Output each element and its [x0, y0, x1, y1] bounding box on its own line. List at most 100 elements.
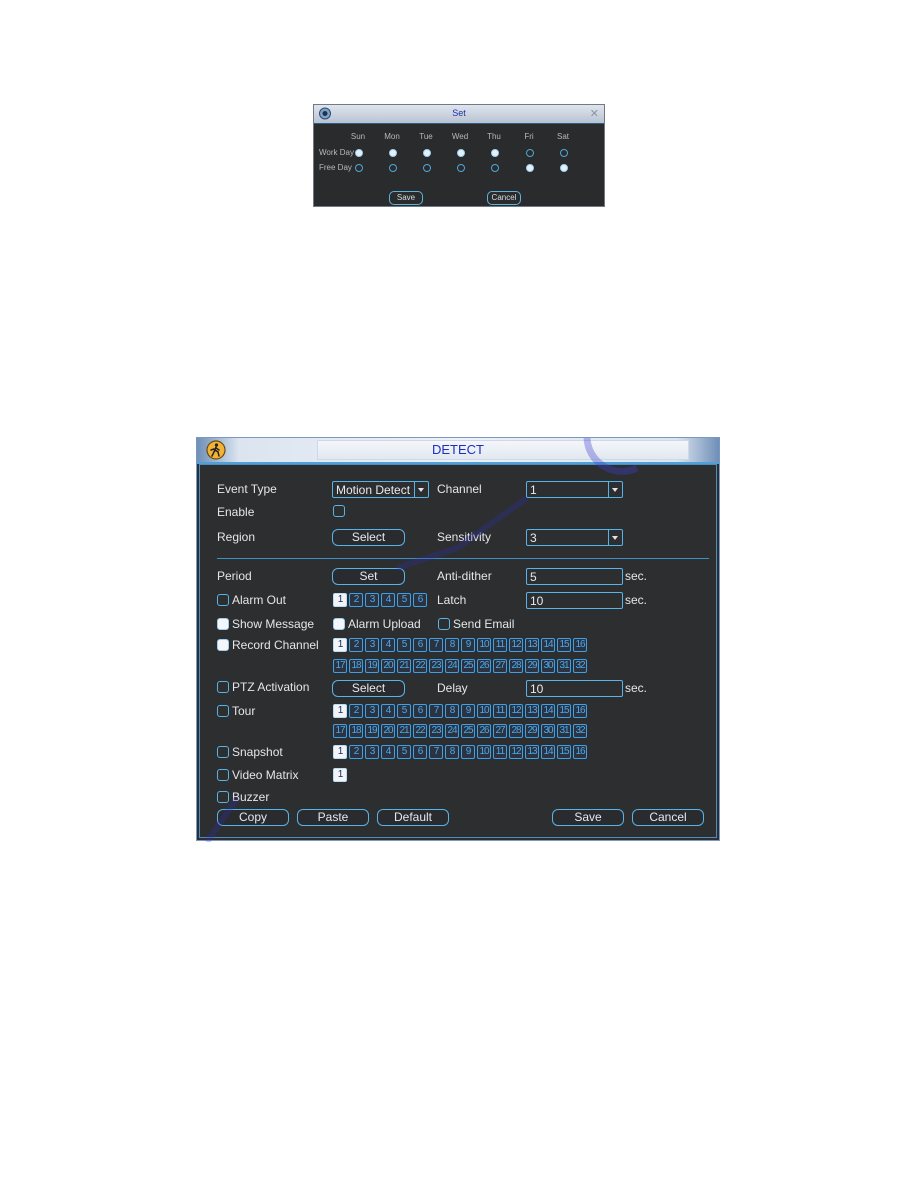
record-channel-29[interactable]: 29: [525, 659, 539, 673]
record-channel-2[interactable]: 2: [349, 638, 363, 652]
record-channel-28[interactable]: 28: [509, 659, 523, 673]
snapshot-channel-14[interactable]: 14: [541, 745, 555, 759]
sensitivity-select[interactable]: 3: [526, 529, 623, 546]
default-button[interactable]: Default: [377, 809, 449, 826]
record-channel-7[interactable]: 7: [429, 638, 443, 652]
record-channel-14[interactable]: 14: [541, 638, 555, 652]
radio-work-day-thu[interactable]: [491, 149, 499, 157]
record-channel-25[interactable]: 25: [461, 659, 475, 673]
ptz-select-button[interactable]: Select: [332, 680, 405, 697]
record-channel-30[interactable]: 30: [541, 659, 555, 673]
snapshot-channel-16[interactable]: 16: [573, 745, 587, 759]
radio-work-day-fri[interactable]: [526, 149, 534, 157]
alarm-out-channel-5[interactable]: 5: [397, 593, 411, 607]
set-save-button[interactable]: Save: [389, 191, 423, 205]
tour-channel-6[interactable]: 6: [413, 704, 427, 718]
record-channel-1[interactable]: 1: [333, 638, 347, 652]
tour-channel-4[interactable]: 4: [381, 704, 395, 718]
record-channel-13[interactable]: 13: [525, 638, 539, 652]
snapshot-channel-15[interactable]: 15: [557, 745, 571, 759]
radio-free-day-wed[interactable]: [457, 164, 465, 172]
tour-channel-21[interactable]: 21: [397, 724, 411, 738]
snapshot-channel-8[interactable]: 8: [445, 745, 459, 759]
paste-button[interactable]: Paste: [297, 809, 369, 826]
tour-channel-27[interactable]: 27: [493, 724, 507, 738]
anti-dither-input[interactable]: 5: [526, 568, 623, 585]
record-channel-20[interactable]: 20: [381, 659, 395, 673]
video-matrix-channel-1[interactable]: 1: [333, 768, 347, 782]
save-button[interactable]: Save: [552, 809, 624, 826]
snapshot-channel-13[interactable]: 13: [525, 745, 539, 759]
tour-channel-32[interactable]: 32: [573, 724, 587, 738]
radio-free-day-sat[interactable]: [560, 164, 568, 172]
alarm-out-channel-4[interactable]: 4: [381, 593, 395, 607]
record-channel-22[interactable]: 22: [413, 659, 427, 673]
snapshot-channel-1[interactable]: 1: [333, 745, 347, 759]
alarm-upload-checkbox[interactable]: [333, 618, 345, 630]
send-email-checkbox[interactable]: [438, 618, 450, 630]
snapshot-channel-3[interactable]: 3: [365, 745, 379, 759]
channel-select[interactable]: 1: [526, 481, 623, 498]
tour-channel-28[interactable]: 28: [509, 724, 523, 738]
tour-channel-13[interactable]: 13: [525, 704, 539, 718]
radio-free-day-thu[interactable]: [491, 164, 499, 172]
alarm-out-channel-2[interactable]: 2: [349, 593, 363, 607]
record-channel-checkbox[interactable]: [217, 639, 229, 651]
tour-channel-14[interactable]: 14: [541, 704, 555, 718]
tour-channel-16[interactable]: 16: [573, 704, 587, 718]
tour-channel-20[interactable]: 20: [381, 724, 395, 738]
tour-channel-23[interactable]: 23: [429, 724, 443, 738]
record-channel-3[interactable]: 3: [365, 638, 379, 652]
alarm-out-channel-3[interactable]: 3: [365, 593, 379, 607]
tour-channel-30[interactable]: 30: [541, 724, 555, 738]
tour-channel-8[interactable]: 8: [445, 704, 459, 718]
snapshot-channel-10[interactable]: 10: [477, 745, 491, 759]
snapshot-channel-6[interactable]: 6: [413, 745, 427, 759]
record-channel-24[interactable]: 24: [445, 659, 459, 673]
record-channel-12[interactable]: 12: [509, 638, 523, 652]
radio-work-day-tue[interactable]: [423, 149, 431, 157]
record-channel-17[interactable]: 17: [333, 659, 347, 673]
radio-free-day-mon[interactable]: [389, 164, 397, 172]
tour-channel-22[interactable]: 22: [413, 724, 427, 738]
snapshot-channel-2[interactable]: 2: [349, 745, 363, 759]
radio-work-day-wed[interactable]: [457, 149, 465, 157]
radio-work-day-sat[interactable]: [560, 149, 568, 157]
record-channel-15[interactable]: 15: [557, 638, 571, 652]
event-type-select[interactable]: Motion Detect: [332, 481, 429, 498]
ptz-activation-checkbox[interactable]: [217, 681, 229, 693]
alarm-out-channel-6[interactable]: 6: [413, 593, 427, 607]
record-channel-4[interactable]: 4: [381, 638, 395, 652]
record-channel-26[interactable]: 26: [477, 659, 491, 673]
tour-channel-15[interactable]: 15: [557, 704, 571, 718]
record-channel-8[interactable]: 8: [445, 638, 459, 652]
record-channel-9[interactable]: 9: [461, 638, 475, 652]
radio-work-day-mon[interactable]: [389, 149, 397, 157]
period-set-button[interactable]: Set: [332, 568, 405, 585]
alarm-out-channel-1[interactable]: 1: [333, 593, 347, 607]
tour-channel-5[interactable]: 5: [397, 704, 411, 718]
record-channel-23[interactable]: 23: [429, 659, 443, 673]
record-channel-27[interactable]: 27: [493, 659, 507, 673]
tour-channel-29[interactable]: 29: [525, 724, 539, 738]
tour-channel-25[interactable]: 25: [461, 724, 475, 738]
snapshot-channel-12[interactable]: 12: [509, 745, 523, 759]
tour-channel-7[interactable]: 7: [429, 704, 443, 718]
tour-channel-31[interactable]: 31: [557, 724, 571, 738]
region-select-button[interactable]: Select: [332, 529, 405, 546]
tour-channel-11[interactable]: 11: [493, 704, 507, 718]
record-channel-6[interactable]: 6: [413, 638, 427, 652]
tour-channel-19[interactable]: 19: [365, 724, 379, 738]
show-message-checkbox[interactable]: [217, 618, 229, 630]
tour-channel-24[interactable]: 24: [445, 724, 459, 738]
record-channel-21[interactable]: 21: [397, 659, 411, 673]
tour-channel-12[interactable]: 12: [509, 704, 523, 718]
enable-checkbox[interactable]: [333, 505, 345, 517]
tour-channel-18[interactable]: 18: [349, 724, 363, 738]
snapshot-channel-4[interactable]: 4: [381, 745, 395, 759]
radio-work-day-sun[interactable]: [355, 149, 363, 157]
record-channel-31[interactable]: 31: [557, 659, 571, 673]
buzzer-checkbox[interactable]: [217, 791, 229, 803]
delay-input[interactable]: 10: [526, 680, 623, 697]
record-channel-16[interactable]: 16: [573, 638, 587, 652]
